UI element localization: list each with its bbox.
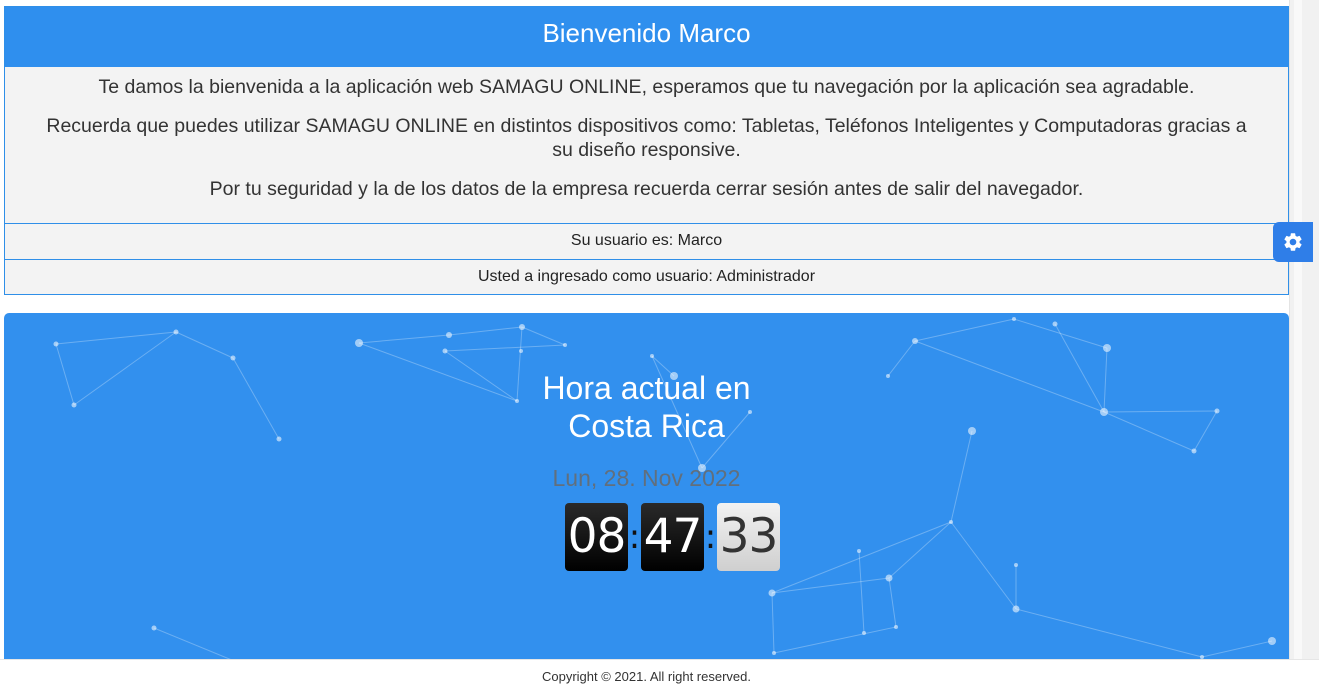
footer-copyright: Copyright © 2021. All right reserved. xyxy=(0,659,1319,691)
welcome-card: Bienvenido Marco Te damos la bienvenida … xyxy=(4,6,1289,295)
clock-title-line: Costa Rica xyxy=(568,408,725,444)
clock-separator: : xyxy=(628,517,641,557)
clock-hours: 08 xyxy=(565,503,628,571)
clock-date: Lun, 28. Nov 2022 xyxy=(552,465,741,491)
settings-button[interactable] xyxy=(1273,222,1313,262)
welcome-paragraph: Te damos la bienvenida a la aplicación w… xyxy=(98,76,1195,98)
page-scrollbar[interactable] xyxy=(1289,0,1319,659)
username-info: Su usuario es: Marco xyxy=(570,232,723,249)
digital-clock: 08 : 47 : 33 xyxy=(565,503,780,571)
welcome-paragraph: Recuerda que puedes utilizar SAMAGU ONLI… xyxy=(46,115,1247,161)
scrollbar-thumb[interactable] xyxy=(1294,0,1302,659)
welcome-title: Bienvenido Marco xyxy=(5,7,1288,67)
welcome-message: Te damos la bienvenida a la aplicación w… xyxy=(5,67,1288,224)
clock-title-line: Hora actual en xyxy=(542,370,751,406)
gear-icon xyxy=(1284,233,1302,251)
clock-panel: Hora actual en Costa Rica Lun, 28. Nov 2… xyxy=(4,313,1289,673)
clock-separator: : xyxy=(704,517,717,557)
welcome-paragraph: Por tu seguridad y la de los datos de la… xyxy=(209,178,1084,200)
role-info: Usted a ingresado como usuario: Administ… xyxy=(5,259,1288,294)
clock-title: Hora actual en Costa Rica xyxy=(4,369,1289,445)
clock-seconds: 33 xyxy=(717,503,780,571)
clock-minutes: 47 xyxy=(641,503,704,571)
network-background xyxy=(53,317,1276,666)
